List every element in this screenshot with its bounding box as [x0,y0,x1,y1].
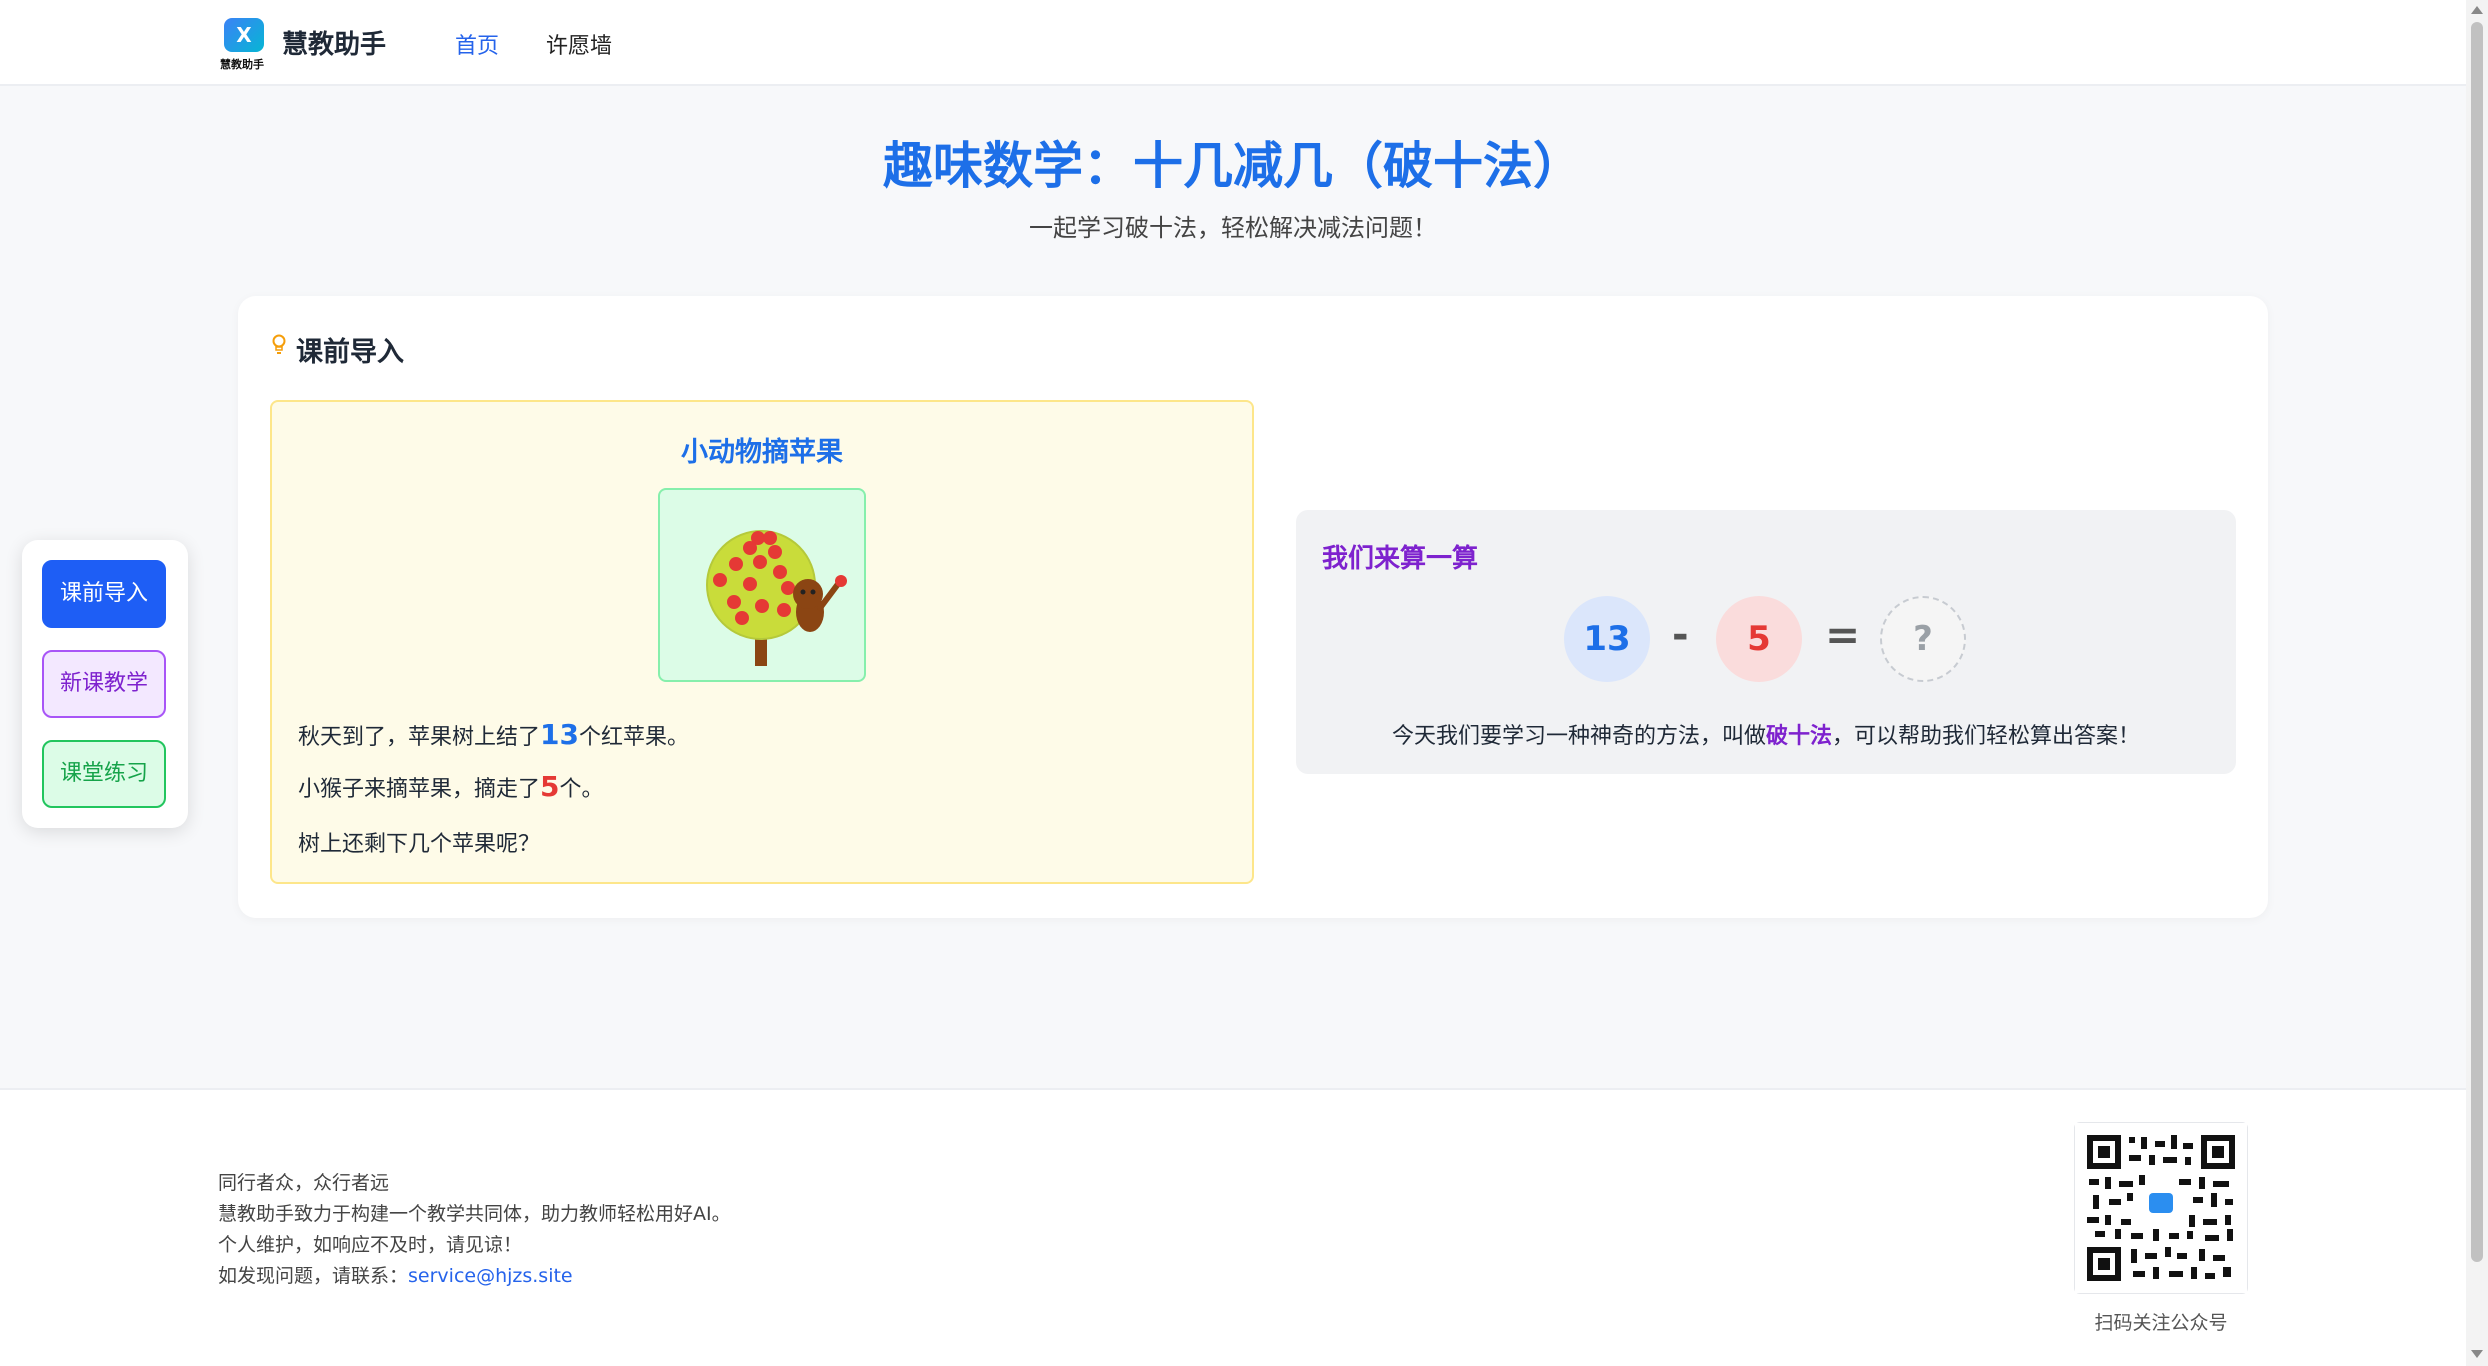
apple-tree-illustration [658,488,866,682]
calc-description: 今天我们要学习一种神奇的方法，叫做破十法，可以帮助我们轻松算出答案！ [1391,724,2141,749]
page-subtitle: 一起学习破十法，轻松解决减法问题！ [1029,214,1437,242]
page-title: 趣味数学：十几减几（破十法） [883,137,1583,195]
section-title: 课前导入 [296,337,404,368]
footer-notice: 个人维护，如响应不及时，请见谅！ [218,1234,523,1256]
lightbulb-icon [272,334,286,354]
scroll-up-icon[interactable] [2471,6,2483,14]
equals-sign: = [1825,610,1861,659]
story-line-2: 小猴子来摘苹果，摘走了5个。 [298,770,604,803]
story-title: 小动物摘苹果 [681,437,843,468]
side-nav-intro-button[interactable]: 课前导入 [42,560,166,628]
minus-sign: - [1672,612,1689,658]
side-nav-practice-button[interactable]: 课堂练习 [42,740,166,808]
story-line-1: 秋天到了，苹果树上结了13个红苹果。 [298,718,689,751]
subtrahend-circle: 5 [1716,596,1802,682]
calc-title: 我们来算一算 [1322,544,1479,574]
contact-email-link[interactable]: service@hjzs.site [408,1265,573,1287]
minuend-circle: 13 [1564,596,1650,682]
footer-mission: 慧教助手致力于构建一个教学共同体，助力教师轻松用好AI。 [218,1203,731,1225]
scroll-down-icon[interactable] [2471,1350,2483,1358]
scroll-thumb[interactable] [2471,22,2483,1262]
top-header: X 慧教助手 慧教助手 首页 许愿墙 [0,0,2466,86]
picked-count: 5 [540,770,560,803]
side-nav-new-lesson-button[interactable]: 新课教学 [42,650,166,718]
logo-icon[interactable]: X [224,18,264,52]
answer-placeholder[interactable]: ? [1880,596,1966,682]
method-highlight: 破十法 [1765,724,1832,749]
qr-code [2074,1122,2248,1294]
apple-count: 13 [540,718,579,751]
brand-name[interactable]: 慧教助手 [282,24,386,61]
lesson-side-nav: 课前导入 新课教学 课堂练习 [22,540,188,828]
nav-wishwall-link[interactable]: 许愿墙 [546,28,612,60]
page-scrollbar[interactable] [2466,0,2488,1366]
story-line-3: 树上还剩下几个苹果呢？ [298,832,541,857]
nav-home-link[interactable]: 首页 [455,28,499,60]
apple-tree-icon [706,530,847,666]
logo-caption: 慧教助手 [220,58,264,71]
footer-contact: 如发现问题，请联系：service@hjzs.site [218,1265,573,1287]
qr-caption: 扫码关注公众号 [2094,1312,2228,1334]
qr-code-icon [2075,1123,2247,1293]
footer-slogan: 同行者众，众行者远 [218,1172,390,1194]
